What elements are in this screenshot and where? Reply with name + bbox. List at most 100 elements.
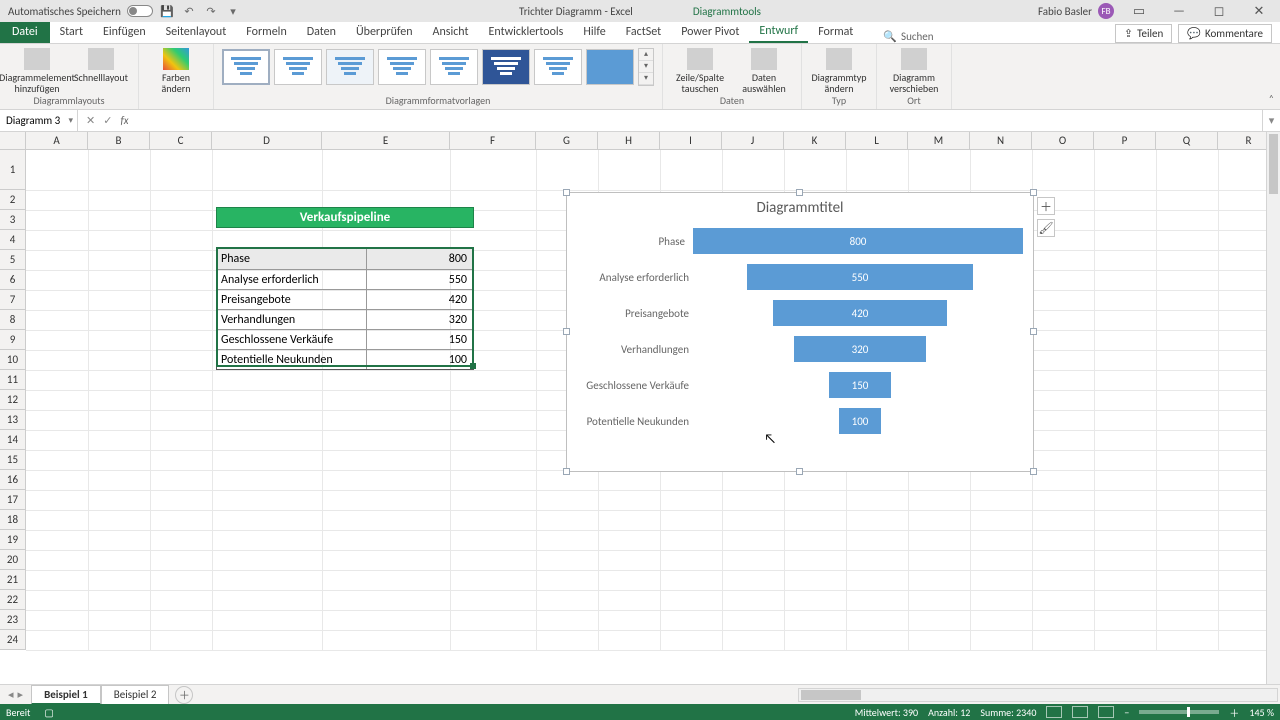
collapse-ribbon-icon[interactable]: ˄	[1269, 92, 1274, 105]
add-chart-element-button[interactable]: Diagrammelement hinzufügen	[8, 48, 66, 94]
chart-style-thumb[interactable]	[586, 49, 634, 85]
scroll-thumb[interactable]	[801, 690, 861, 700]
column-header[interactable]: D	[212, 132, 322, 150]
chart-bar[interactable]: 550	[747, 264, 974, 290]
table-row[interactable]: Phase800	[217, 249, 473, 269]
expand-formula-bar-icon[interactable]: ▾	[1262, 110, 1280, 131]
column-header[interactable]: I	[660, 132, 722, 150]
zoom-in-icon[interactable]: ＋	[1229, 705, 1239, 720]
ribbon-tab-einfügen[interactable]: Einfügen	[93, 21, 156, 43]
ribbon-display-icon[interactable]: ▭	[1124, 1, 1154, 21]
column-header[interactable]: M	[908, 132, 970, 150]
view-page-layout-icon[interactable]	[1072, 706, 1088, 718]
chart-style-thumb[interactable]	[222, 49, 270, 85]
column-header[interactable]: J	[722, 132, 784, 150]
row-header[interactable]: 22	[0, 590, 26, 610]
column-header[interactable]: P	[1094, 132, 1156, 150]
scroll-thumb[interactable]	[1269, 134, 1278, 194]
row-header[interactable]: 7	[0, 290, 26, 310]
sheet-tab[interactable]: Beispiel 2	[101, 685, 170, 705]
cell-value[interactable]: 150	[367, 330, 473, 349]
close-icon[interactable]: ✕	[1244, 1, 1274, 21]
column-header[interactable]: E	[322, 132, 450, 150]
cell-value[interactable]: 320	[367, 310, 473, 329]
cell-label[interactable]: Phase	[217, 249, 367, 269]
row-header[interactable]: 1	[0, 150, 26, 190]
column-header[interactable]: L	[846, 132, 908, 150]
row-header[interactable]: 2	[0, 190, 26, 210]
row-header[interactable]: 12	[0, 390, 26, 410]
column-header[interactable]: G	[536, 132, 598, 150]
move-chart-button[interactable]: Diagramm verschieben	[885, 48, 943, 94]
table-row[interactable]: Preisangebote420	[217, 289, 473, 309]
chart-bar[interactable]: 320	[794, 336, 926, 362]
cell-value[interactable]: 100	[367, 350, 473, 369]
save-icon[interactable]: 💾	[159, 3, 175, 19]
cell-value[interactable]: 550	[367, 270, 473, 289]
chart-bar[interactable]: 420	[773, 300, 946, 326]
column-header[interactable]: H	[598, 132, 660, 150]
resize-handle[interactable]	[563, 189, 570, 196]
chart-style-thumb[interactable]	[326, 49, 374, 85]
select-data-button[interactable]: Daten auswählen	[735, 48, 793, 94]
row-header[interactable]: 18	[0, 510, 26, 530]
row-header[interactable]: 17	[0, 490, 26, 510]
row-header[interactable]: 23	[0, 610, 26, 630]
vertical-scrollbar[interactable]	[1266, 132, 1280, 684]
cancel-formula-icon[interactable]: ✕	[86, 114, 95, 127]
user-account[interactable]: Fabio Basler FB	[1038, 3, 1114, 19]
cell-label[interactable]: Analyse erforderlich	[217, 270, 367, 289]
row-header[interactable]: 11	[0, 370, 26, 390]
chart-bar[interactable]: 150	[829, 372, 891, 398]
ribbon-tab-formeln[interactable]: Formeln	[236, 21, 296, 43]
ribbon-tab-seitenlayout[interactable]: Seitenlayout	[156, 21, 237, 43]
column-header[interactable]: B	[88, 132, 150, 150]
styles-gallery-nav[interactable]: ▾	[639, 61, 653, 73]
ribbon-tab-power pivot[interactable]: Power Pivot	[671, 21, 749, 43]
zoom-slider[interactable]	[1139, 710, 1219, 714]
quick-layout-button[interactable]: Schnelllayout	[72, 48, 130, 83]
row-header[interactable]: 24	[0, 630, 26, 650]
autosave-toggle[interactable]	[127, 5, 153, 17]
chart-style-thumb[interactable]	[378, 49, 426, 85]
share-button[interactable]: ⇪Teilen	[1115, 24, 1172, 43]
row-header[interactable]: 20	[0, 550, 26, 570]
chevron-down-icon[interactable]: ▾	[68, 115, 73, 126]
cell-value[interactable]: 800	[367, 249, 473, 269]
zoom-out-icon[interactable]: −	[1124, 706, 1129, 719]
chart-elements-button[interactable]: ＋	[1037, 197, 1055, 215]
chart-style-thumb[interactable]	[534, 49, 582, 85]
row-header[interactable]: 14	[0, 430, 26, 450]
ribbon-tab-überprüfen[interactable]: Überprüfen	[346, 21, 423, 43]
ribbon-tab-entwurf[interactable]: Entwurf	[749, 21, 808, 43]
switch-row-col-button[interactable]: Zeile/Spalte tauschen	[671, 48, 729, 94]
file-tab[interactable]: Datei	[0, 21, 50, 43]
ribbon-tab-format[interactable]: Format	[808, 21, 863, 43]
row-header[interactable]: 19	[0, 530, 26, 550]
column-header[interactable]: C	[150, 132, 212, 150]
chart-styles-button[interactable]: 🖌	[1037, 219, 1055, 237]
table-row[interactable]: Potentielle Neukunden100	[217, 349, 473, 369]
change-colors-button[interactable]: Farben ändern	[147, 48, 205, 94]
row-header[interactable]: 21	[0, 570, 26, 590]
column-header[interactable]: A	[26, 132, 88, 150]
ribbon-tab-daten[interactable]: Daten	[297, 21, 346, 43]
column-header[interactable]: Q	[1156, 132, 1218, 150]
chart-style-thumb[interactable]	[274, 49, 322, 85]
cell-value[interactable]: 420	[367, 290, 473, 309]
sheet-nav-last-icon[interactable]: ▸	[18, 688, 24, 701]
sheet-tab[interactable]: Beispiel 1	[31, 685, 101, 705]
tell-me-search[interactable]: 🔍 Suchen	[883, 30, 933, 43]
chart-object[interactable]: ＋ 🖌 Diagrammtitel Phase800Analyse erford…	[566, 192, 1034, 472]
macro-record-icon[interactable]: ▢	[44, 706, 53, 719]
chart-style-thumb[interactable]	[430, 49, 478, 85]
resize-handle[interactable]	[1030, 468, 1037, 475]
resize-handle[interactable]	[1030, 189, 1037, 196]
column-header[interactable]: N	[970, 132, 1032, 150]
formula-input[interactable]	[137, 110, 1262, 131]
qat-customize-icon[interactable]: ▾	[225, 3, 241, 19]
view-page-break-icon[interactable]	[1098, 706, 1114, 718]
add-sheet-button[interactable]: ＋	[175, 686, 193, 704]
ribbon-tab-ansicht[interactable]: Ansicht	[423, 21, 479, 43]
row-header[interactable]: 3	[0, 210, 26, 230]
